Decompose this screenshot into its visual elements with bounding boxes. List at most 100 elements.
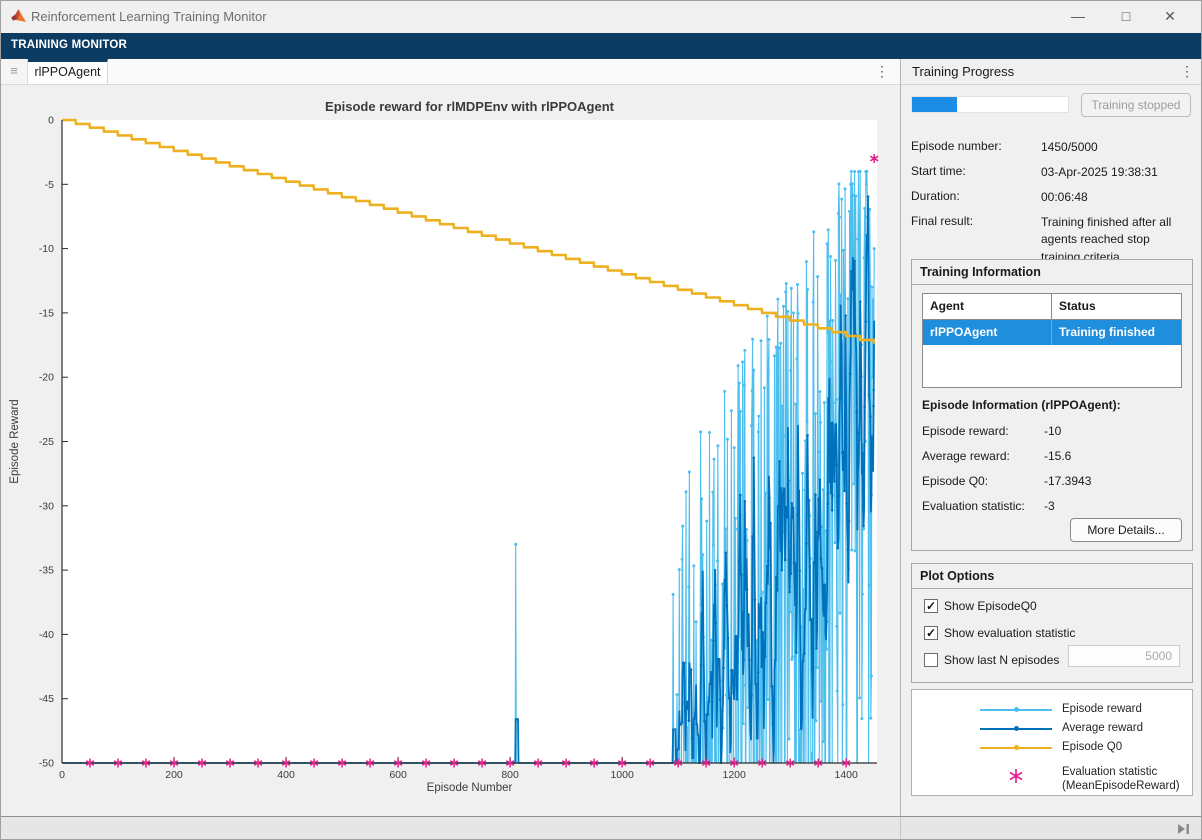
last-n-episodes-input[interactable]: 5000 [1068, 645, 1180, 667]
field-value: 03-Apr-2025 19:38:31 [1041, 164, 1191, 181]
chart-panel: 02004006008001000120014000-5-10-15-20-25… [2, 85, 900, 815]
stat-label: Evaluation statistic: [922, 499, 1044, 513]
table-header-row: Agent Status [923, 294, 1181, 320]
window-title: Reinforcement Learning Training Monitor [31, 9, 267, 24]
training-progress-panel: Training Progress ⋮ Training stopped Epi… [901, 59, 1202, 816]
chart-legend: Episode reward Average reward Episode Q0 Ev… [911, 689, 1193, 796]
svg-text:Episode reward for rlMDPEnv wi: Episode reward for rlMDPEnv with rlPPOAg… [325, 99, 615, 114]
legend-item: Evaluation statistic(MeanEpisodeReward) [912, 763, 1192, 782]
svg-text:-45: -45 [39, 693, 54, 705]
legend-label: Average reward [1062, 721, 1143, 735]
tab-rlppoagent[interactable]: rlPPOAgent [28, 59, 108, 84]
tab-actions-kebab-icon[interactable]: ⋮ [872, 59, 892, 84]
svg-text:-25: -25 [39, 436, 54, 448]
legend-label: Episode reward [1062, 702, 1142, 716]
svg-text:800: 800 [501, 769, 519, 781]
agent-status-table: Agent Status rlPPOAgent Training finishe… [922, 293, 1182, 388]
svg-text:400: 400 [277, 769, 295, 781]
plot-option-row: Show last N episodes [924, 652, 1059, 668]
section-divider [912, 588, 1192, 589]
legend-marker-dot [1014, 707, 1019, 712]
legend-label: Episode Q0 [1062, 740, 1122, 754]
stat-value: -10 [1044, 424, 1061, 438]
maximize-button[interactable]: □ [1103, 1, 1149, 32]
legend-item: Average reward [912, 719, 1192, 738]
stat-row: Episode Q0:-17.3943 [922, 474, 1091, 488]
ribbon-bar: TRAINING MONITOR [1, 33, 1201, 59]
svg-text:-5: -5 [45, 179, 54, 191]
stat-value: -17.3943 [1044, 474, 1091, 488]
episode-information-title: Episode Information (rlPPOAgent): [922, 398, 1121, 412]
stat-row: Evaluation statistic:-3 [922, 499, 1055, 513]
svg-text:Episode Reward: Episode Reward [9, 399, 21, 483]
legend-label: Evaluation statistic(MeanEpisodeReward) [1062, 765, 1180, 794]
checkbox-label[interactable]: Show evaluation statistic [944, 626, 1075, 640]
plot-options-section: Plot Options ✓ Show EpisodeQ0 ✓ Show evalua… [911, 563, 1193, 683]
field-row: Duration:00:06:48 [911, 189, 1195, 206]
legend-item: Episode Q0 [912, 738, 1192, 757]
title-bar: Reinforcement Learning Training Monitor … [1, 1, 1201, 33]
field-value: 00:06:48 [1041, 189, 1191, 206]
field-label: Duration: [911, 189, 1041, 203]
stat-label: Average reward: [922, 449, 1044, 463]
field-label: Start time: [911, 164, 1041, 178]
svg-text:0: 0 [59, 769, 65, 781]
section-title: Plot Options [920, 569, 994, 583]
section-title: Training Information [920, 265, 1041, 279]
status-bar-divider [900, 817, 901, 840]
legend-marker-dot [1014, 726, 1019, 731]
matlab-logo-icon [10, 8, 27, 25]
plot-option-row: ✓ Show evaluation statistic [924, 625, 1075, 641]
app-window: Reinforcement Learning Training Monitor … [0, 0, 1202, 840]
svg-text:0: 0 [48, 115, 54, 127]
minimize-button[interactable]: — [1055, 1, 1101, 32]
episode-reward-chart: 02004006008001000120014000-5-10-15-20-25… [2, 85, 900, 815]
close-button[interactable]: ✕ [1147, 1, 1193, 32]
svg-text:600: 600 [389, 769, 407, 781]
field-label: Episode number: [911, 139, 1041, 153]
more-details-button[interactable]: More Details... [1070, 518, 1182, 542]
svg-text:-30: -30 [39, 500, 54, 512]
field-value: 1450/5000 [1041, 139, 1191, 156]
panel-header: Training Progress ⋮ [901, 59, 1202, 85]
stat-label: Episode reward: [922, 424, 1044, 438]
svg-text:1200: 1200 [722, 769, 746, 781]
field-row: Episode number:1450/5000 [911, 139, 1195, 156]
column-header-agent: Agent [923, 294, 1052, 319]
svg-text:-15: -15 [39, 307, 54, 319]
stat-value: -3 [1044, 499, 1055, 513]
stat-label: Episode Q0: [922, 474, 1044, 488]
legend-item: Episode reward [912, 700, 1192, 719]
svg-text:1400: 1400 [835, 769, 859, 781]
panel-title: Training Progress [912, 64, 1014, 79]
svg-text:-40: -40 [39, 629, 54, 641]
field-label: Final result: [911, 214, 1041, 228]
panel-actions-kebab-icon[interactable]: ⋮ [1177, 59, 1197, 84]
checkbox[interactable] [924, 653, 938, 667]
svg-text:1000: 1000 [610, 769, 634, 781]
tab-list-icon[interactable]: ≡ [1, 59, 28, 84]
checkbox[interactable]: ✓ [924, 626, 938, 640]
stat-row: Episode reward:-10 [922, 424, 1061, 438]
svg-text:-35: -35 [39, 565, 54, 577]
column-header-status: Status [1052, 294, 1181, 319]
section-divider [912, 284, 1192, 285]
training-stopped-button[interactable]: Training stopped [1081, 93, 1191, 117]
document-tab-strip: ≡ rlPPOAgent ⋮ [1, 59, 900, 85]
svg-text:-10: -10 [39, 243, 54, 255]
stat-row: Average reward:-15.6 [922, 449, 1071, 463]
svg-text:-20: -20 [39, 372, 54, 384]
stat-value: -15.6 [1044, 449, 1071, 463]
ribbon-tab-training-monitor[interactable]: TRAINING MONITOR [11, 39, 127, 51]
checkbox-label[interactable]: Show last N episodes [944, 653, 1059, 667]
checkbox-label[interactable]: Show EpisodeQ0 [944, 599, 1037, 613]
skip-to-end-icon[interactable] [1177, 823, 1191, 835]
checkbox[interactable]: ✓ [924, 599, 938, 613]
legend-marker-dot [1014, 745, 1019, 750]
field-row: Start time:03-Apr-2025 19:38:31 [911, 164, 1195, 181]
training-progress-fill [912, 97, 957, 112]
plot-option-row: ✓ Show EpisodeQ0 [924, 598, 1037, 614]
status-bar [1, 816, 1201, 840]
table-row[interactable]: rlPPOAgent Training finished [923, 320, 1181, 345]
training-information-section: Training Information Agent Status rlPPOA… [911, 259, 1193, 551]
